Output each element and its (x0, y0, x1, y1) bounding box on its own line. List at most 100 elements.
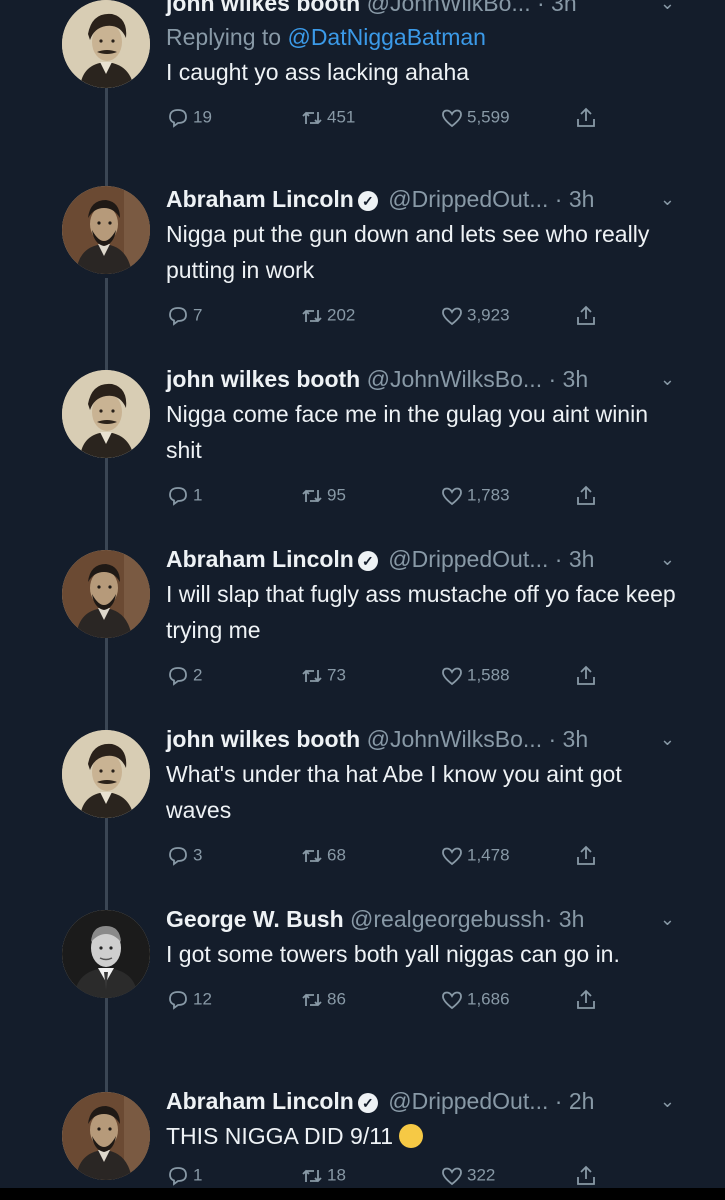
tweet-header: Abraham Lincoln ✓ @DrippedOut... · 3h ⌄ (166, 182, 685, 216)
like-count: 5,599 (467, 107, 510, 127)
like-button[interactable]: 5,599 (440, 100, 510, 134)
share-button[interactable] (574, 982, 601, 1016)
heart-icon (442, 667, 462, 685)
share-button[interactable] (574, 100, 601, 134)
like-button[interactable]: 1,478 (440, 838, 510, 872)
reply-icon (169, 846, 187, 866)
user-handle[interactable]: @DrippedOut... (388, 186, 548, 212)
retweet-button[interactable]: 451 (300, 100, 355, 134)
retweet-icon (302, 309, 322, 322)
chevron-down-icon[interactable]: ⌄ (660, 902, 675, 936)
reply-button[interactable]: 12 (166, 982, 212, 1016)
retweet-button[interactable]: 18 (300, 1158, 346, 1192)
avatar[interactable] (62, 550, 150, 638)
tweet-header: George W. Bush @realgeorgebussh· 3h ⌄ (166, 902, 685, 936)
like-count: 322 (467, 1165, 496, 1185)
avatar[interactable] (62, 186, 150, 274)
reply-button[interactable]: 3 (166, 838, 202, 872)
timestamp[interactable]: · 3h (548, 366, 588, 392)
tweet-text: I caught yo ass lacking ahaha (166, 59, 470, 85)
user-handle[interactable]: @realgeorgebussh (350, 906, 545, 932)
retweet-count: 95 (327, 485, 346, 505)
bottom-edge (0, 1188, 725, 1200)
display-name[interactable]: john wilkes booth (166, 366, 360, 392)
like-button[interactable]: 1,588 (440, 658, 510, 692)
avatar[interactable] (62, 910, 150, 998)
display-name[interactable]: john wilkes booth (166, 0, 360, 16)
avatar[interactable] (62, 0, 150, 88)
tweet-header: Abraham Lincoln ✓ @DrippedOut... · 3h ⌄ (166, 542, 685, 576)
user-handle[interactable]: @DrippedOut... (388, 1088, 548, 1114)
chevron-down-icon[interactable]: ⌄ (660, 542, 675, 576)
timestamp[interactable]: · 3h (555, 546, 595, 572)
retweet-icon (302, 669, 322, 682)
timestamp[interactable]: · 3h (548, 726, 588, 752)
display-name[interactable]: George W. Bush (166, 906, 344, 932)
verified-icon: ✓ (357, 551, 378, 571)
timestamp[interactable]: · 3h (545, 906, 585, 932)
heart-icon (442, 307, 462, 325)
user-handle[interactable]: @JohnWilksBo... (367, 366, 542, 392)
display-name[interactable]: Abraham Lincoln (166, 546, 354, 572)
avatar[interactable] (62, 370, 150, 458)
share-button[interactable] (574, 838, 601, 872)
heart-icon (442, 1167, 462, 1185)
retweet-button[interactable]: 73 (300, 658, 346, 692)
share-button[interactable] (574, 298, 601, 332)
retweet-button[interactable]: 95 (300, 478, 346, 512)
like-button[interactable]: 3,923 (440, 298, 510, 332)
reply-icon (169, 306, 187, 326)
timestamp[interactable]: · 3h (537, 0, 577, 16)
timestamp[interactable]: · 2h (555, 1088, 595, 1114)
like-count: 1,783 (467, 485, 510, 505)
tweet-header: john wilkes booth @JohnWilksBo... · 3h ⌄ (166, 722, 685, 756)
chevron-down-icon[interactable]: ⌄ (660, 0, 675, 20)
retweet-button[interactable]: 86 (300, 982, 346, 1016)
heart-icon (442, 487, 462, 505)
tweet-thread: john wilkes booth @JohnWilkBo... · 3h ⌄ … (0, 0, 725, 1200)
retweet-button[interactable]: 202 (300, 298, 355, 332)
tweet-actions: 7 202 3,923 (166, 298, 685, 332)
heart-icon (442, 991, 462, 1009)
like-button[interactable]: 1,686 (440, 982, 510, 1016)
share-button[interactable] (574, 478, 601, 512)
booth-portrait-image (62, 0, 150, 88)
reply-count: 2 (193, 665, 203, 685)
retweet-icon (302, 849, 322, 862)
bush-portrait-image (62, 910, 150, 998)
avatar[interactable] (62, 1092, 150, 1180)
user-handle[interactable]: @JohnWilkBo... (367, 0, 531, 16)
reply-button[interactable]: 1 (166, 1158, 202, 1192)
user-handle[interactable]: @JohnWilksBo... (367, 726, 542, 752)
chevron-down-icon[interactable]: ⌄ (660, 362, 675, 396)
chevron-down-icon[interactable]: ⌄ (660, 1084, 675, 1118)
share-button[interactable] (574, 658, 601, 692)
avatar[interactable] (62, 730, 150, 818)
reply-button[interactable]: 2 (166, 658, 202, 692)
reply-button[interactable]: 7 (166, 298, 202, 332)
chevron-down-icon[interactable]: ⌄ (660, 722, 675, 756)
chevron-down-icon[interactable]: ⌄ (660, 182, 675, 216)
share-button[interactable] (574, 1158, 601, 1192)
retweet-count: 86 (327, 989, 346, 1009)
thread-connector (105, 88, 108, 190)
tweet-text: THIS NIGGA DID 9/11 (166, 1118, 685, 1154)
display-name[interactable]: Abraham Lincoln (166, 1088, 354, 1114)
tweet-text: Nigga come face me in the gulag you aint… (166, 401, 649, 463)
like-button[interactable]: 322 (440, 1158, 495, 1192)
share-icon (577, 107, 595, 127)
retweet-button[interactable]: 68 (300, 838, 346, 872)
share-icon (577, 1165, 595, 1185)
display-name[interactable]: john wilkes booth (166, 726, 360, 752)
display-name[interactable]: Abraham Lincoln (166, 186, 354, 212)
timestamp[interactable]: · 3h (555, 186, 595, 212)
replying-to-handle[interactable]: @DatNiggaBatman (287, 24, 486, 50)
thread-connector (105, 998, 108, 1092)
user-handle[interactable]: @DrippedOut... (388, 546, 548, 572)
like-button[interactable]: 1,783 (440, 478, 510, 512)
booth-portrait-image (62, 730, 150, 818)
thread-connector (105, 818, 108, 910)
tweet-actions: 3 68 1,478 (166, 838, 685, 872)
reply-button[interactable]: 1 (166, 478, 202, 512)
reply-button[interactable]: 19 (166, 100, 212, 134)
